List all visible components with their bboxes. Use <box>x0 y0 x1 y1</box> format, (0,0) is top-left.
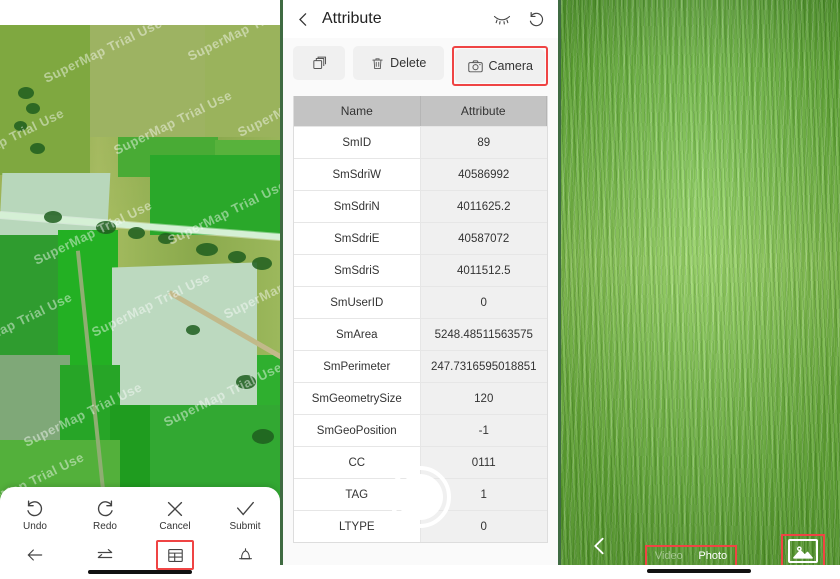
map-view[interactable]: SuperMap Trial Use SuperMap Trial Use Su… <box>0 25 280 505</box>
home-indicator <box>88 570 192 574</box>
column-header-name: Name <box>294 96 421 126</box>
swap-button[interactable] <box>70 545 140 565</box>
table-row[interactable]: SmSdriS 4011512.5 <box>294 254 547 286</box>
submit-label: Submit <box>229 521 261 532</box>
gallery-button-highlight <box>781 534 825 568</box>
cell-value[interactable]: 4011625.2 <box>420 191 547 222</box>
three-panel-screenshot: SuperMap Trial Use SuperMap Trial Use Su… <box>0 0 840 579</box>
table-row[interactable]: SmUserID 0 <box>294 286 547 318</box>
cell-name: SmUserID <box>294 287 421 318</box>
cell-name: SmID <box>294 127 421 158</box>
table-row[interactable]: SmID 89 <box>294 126 547 158</box>
check-icon <box>234 498 256 520</box>
camera-button[interactable]: Camera <box>454 49 545 83</box>
attribute-header: Attribute <box>283 0 558 38</box>
redo-label: Redo <box>93 521 117 532</box>
table-row[interactable]: SmPerimeter 247.7316595018851 <box>294 350 547 382</box>
undo-icon <box>24 498 46 520</box>
redo-icon <box>94 498 116 520</box>
undo-circle-icon[interactable] <box>526 9 546 29</box>
cell-value[interactable]: -1 <box>420 415 547 446</box>
submit-button[interactable]: Submit <box>210 491 280 539</box>
chevron-left-icon[interactable] <box>295 11 312 28</box>
close-icon <box>164 498 186 520</box>
cell-name: SmArea <box>294 319 421 350</box>
camera-label: Camera <box>488 59 533 73</box>
cell-name: SmSdriS <box>294 255 421 286</box>
camera-button-highlight: Camera <box>451 46 548 86</box>
cell-value[interactable]: 247.7316595018851 <box>420 351 547 382</box>
cell-name: SmGeoPosition <box>294 415 421 446</box>
attribute-toolbar: Delete Camera <box>283 38 558 96</box>
table-row[interactable]: SmGeoPosition -1 <box>294 414 547 446</box>
back-arrow-icon <box>25 545 45 565</box>
header-actions <box>492 9 546 29</box>
cell-name: SmSdriN <box>294 191 421 222</box>
map-nav-row <box>0 539 280 571</box>
gallery-image-icon[interactable] <box>788 539 818 563</box>
table-header-row: Name Attribute <box>294 96 547 126</box>
back-arrow-button[interactable] <box>0 545 70 565</box>
bell-icon <box>236 546 255 565</box>
trash-icon <box>370 56 385 71</box>
cell-value[interactable]: 4011512.5 <box>420 255 547 286</box>
camera-panel[interactable] <box>561 0 840 579</box>
edit-actions-row: Undo Redo Cancel Submit <box>0 487 280 539</box>
table-row[interactable]: SmArea 5248.48511563575 <box>294 318 547 350</box>
table-row[interactable]: SmSdriN 4011625.2 <box>294 190 547 222</box>
cell-name: SmPerimeter <box>294 351 421 382</box>
home-indicator <box>647 569 751 573</box>
column-header-attribute: Attribute <box>420 96 547 126</box>
camera-back-button[interactable] <box>588 533 610 559</box>
cell-value[interactable]: 40587072 <box>420 223 547 254</box>
undo-button[interactable]: Undo <box>0 491 70 539</box>
table-row[interactable]: SmGeometrySize 120 <box>294 382 547 414</box>
delete-button[interactable]: Delete <box>353 46 444 80</box>
table-row[interactable]: SmSdriW 40586992 <box>294 158 547 190</box>
delete-label: Delete <box>390 56 427 70</box>
attribute-table-button[interactable] <box>140 540 210 570</box>
camera-icon <box>467 59 484 74</box>
table-row[interactable]: SmSdriE 40587072 <box>294 222 547 254</box>
map-panel: SuperMap Trial Use SuperMap Trial Use Su… <box>0 0 280 579</box>
cell-name: SmGeometrySize <box>294 383 421 414</box>
cell-value[interactable]: 89 <box>420 127 547 158</box>
swap-arrows-icon <box>95 545 115 565</box>
eye-closed-icon[interactable] <box>492 12 512 26</box>
notification-button[interactable] <box>210 546 280 565</box>
status-bar <box>0 0 280 25</box>
highlight-box <box>156 540 194 570</box>
cell-name: SmSdriW <box>294 159 421 190</box>
redo-button[interactable]: Redo <box>70 491 140 539</box>
cell-value[interactable]: 40586992 <box>420 159 547 190</box>
copy-button[interactable] <box>293 46 345 80</box>
page-title: Attribute <box>322 10 382 27</box>
copy-layers-icon <box>311 55 328 72</box>
cancel-label: Cancel <box>159 521 191 532</box>
mode-video[interactable]: Video <box>655 550 683 562</box>
cell-value[interactable]: 120 <box>420 383 547 414</box>
cell-value[interactable]: 0 <box>420 287 547 318</box>
mode-photo[interactable]: Photo <box>698 550 727 562</box>
cell-name: SmSdriE <box>294 223 421 254</box>
cancel-button[interactable]: Cancel <box>140 491 210 539</box>
cell-value[interactable]: 5248.48511563575 <box>420 319 547 350</box>
undo-label: Undo <box>23 521 47 532</box>
map-bottom-toolbar: Undo Redo Cancel Submit <box>0 487 280 579</box>
camera-mode-switcher-highlight: Video Photo <box>645 545 737 567</box>
shutter-button[interactable] <box>397 474 443 520</box>
viewfinder-vignette <box>561 0 840 579</box>
